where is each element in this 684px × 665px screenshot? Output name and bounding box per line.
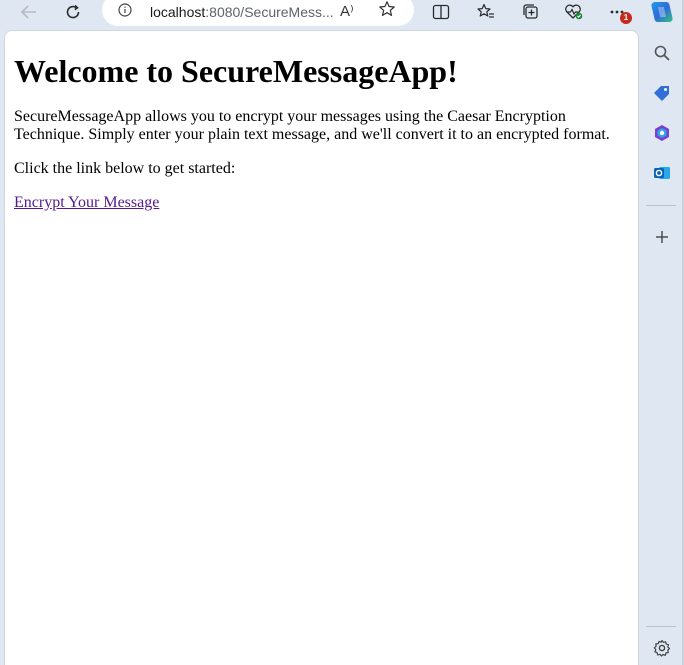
- url-text[interactable]: localhost:8080/SecureMess...: [150, 4, 334, 20]
- page-title: Welcome to SecureMessageApp!: [14, 53, 458, 89]
- cta-paragraph: Click the link below to get started:: [14, 159, 236, 177]
- read-aloud-icon[interactable]: A⁾: [340, 2, 354, 20]
- shopping-tag-icon[interactable]: [648, 79, 676, 107]
- favorites-icon[interactable]: [471, 0, 501, 24]
- address-bar[interactable]: localhost:8080/SecureMess... A⁾: [102, 0, 414, 26]
- browser-toolbar: localhost:8080/SecureMess... A⁾ 1: [0, 0, 640, 26]
- search-icon[interactable]: [648, 39, 676, 67]
- url-host: localhost: [150, 4, 206, 20]
- notification-badge: 1: [620, 12, 632, 24]
- refresh-icon[interactable]: [58, 0, 88, 24]
- back-arrow-icon[interactable]: [14, 0, 44, 24]
- collections-icon[interactable]: [516, 0, 546, 24]
- intro-paragraph: SecureMessageApp allows you to encrypt y…: [14, 107, 610, 143]
- browser-sidebar: [640, 0, 684, 665]
- info-icon[interactable]: [118, 3, 132, 22]
- split-screen-icon[interactable]: [426, 0, 456, 24]
- office-icon[interactable]: [648, 119, 676, 147]
- page-viewport: Welcome to SecureMessageApp! SecureMessa…: [4, 30, 639, 665]
- encrypt-message-link[interactable]: Encrypt Your Message: [14, 194, 159, 211]
- copilot-icon[interactable]: [646, 0, 678, 26]
- outlook-icon[interactable]: [648, 159, 676, 187]
- page-content: Welcome to SecureMessageApp! SecureMessa…: [5, 31, 638, 220]
- settings-icon[interactable]: [648, 634, 676, 662]
- add-icon[interactable]: [648, 223, 676, 251]
- sidebar-divider-bottom: [646, 626, 676, 627]
- url-path: :8080/SecureMess...: [205, 4, 334, 20]
- favorite-star-icon[interactable]: [378, 0, 396, 23]
- browser-essentials-icon[interactable]: [559, 0, 589, 24]
- sidebar-divider: [646, 205, 676, 206]
